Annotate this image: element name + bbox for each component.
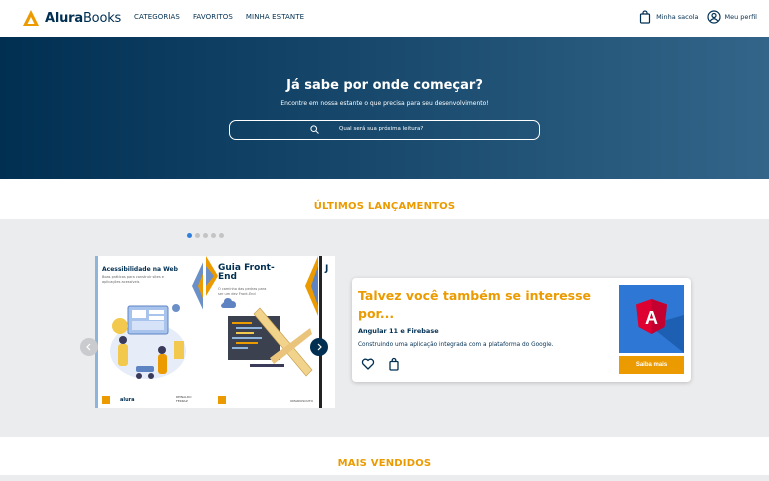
header: AluraBooks CATEGORIAS FAVORITOS MINHA ES… xyxy=(0,0,769,37)
book-cover-acessibilidade[interactable]: Acessibilidade na Web Boas práticas para… xyxy=(95,256,203,408)
recommendation-card: Talvez você também se interesse por... A… xyxy=(352,278,691,382)
bag-button[interactable]: Minha sacola xyxy=(638,10,699,24)
header-actions: Minha sacola Meu perfil xyxy=(638,10,757,24)
publisher-logo-icon xyxy=(102,396,110,404)
bestsellers-title: MAIS VENDIDOS xyxy=(337,458,432,469)
cover-decoration-icon xyxy=(305,256,318,316)
profile-button[interactable]: Meu perfil xyxy=(706,10,758,24)
book-description: O caminho das pedras para ser um dev Fro… xyxy=(218,287,267,296)
carousel-prev-button[interactable] xyxy=(80,338,98,356)
carousel-dots xyxy=(187,233,224,238)
carousel-dot[interactable] xyxy=(203,233,208,238)
heart-icon[interactable] xyxy=(361,357,375,371)
bestsellers-section xyxy=(0,475,769,481)
shopping-bag-icon[interactable] xyxy=(387,357,401,371)
carousel-dot[interactable] xyxy=(219,233,224,238)
recommended-book-description: Construindo uma aplicação integrada com … xyxy=(358,342,554,348)
main-nav: CATEGORIAS FAVORITOS MINHA ESTANTE xyxy=(134,13,304,21)
carousel-dot[interactable] xyxy=(195,233,200,238)
logo[interactable]: AluraBooks xyxy=(22,9,121,27)
book-author: OMARIOSOUTO xyxy=(290,399,313,403)
nav-favoritos[interactable]: FAVORITOS xyxy=(193,13,233,21)
accessibility-illustration-icon xyxy=(110,304,186,379)
book-carousel: Acessibilidade na Web Boas práticas para… xyxy=(95,256,335,408)
book-title: J xyxy=(325,264,329,274)
book-title: Acessibilidade na Web xyxy=(102,266,178,273)
recommended-book-cover[interactable]: A xyxy=(619,285,684,353)
nav-minha-estante[interactable]: MINHA ESTANTE xyxy=(246,13,304,21)
user-icon xyxy=(706,10,721,24)
book-cover-guia-front-end[interactable]: Guia Front-End O caminho das pedras para… xyxy=(206,256,318,408)
carousel-dot[interactable] xyxy=(187,233,192,238)
carousel-next-button[interactable] xyxy=(310,338,328,356)
bag-label: Minha sacola xyxy=(656,13,699,21)
book-brand: alura xyxy=(120,397,135,403)
brand-name: AluraBooks xyxy=(45,10,122,26)
angular-logo-icon: A xyxy=(636,299,684,353)
releases-title: ÚLTIMOS LANÇAMENTOS xyxy=(313,201,456,212)
search-input[interactable]: Qual será sua próxima leitura? xyxy=(229,120,540,140)
chevron-right-icon xyxy=(317,343,322,351)
publisher-logo-icon xyxy=(218,396,226,404)
book-author: REINALDO FERRAZ xyxy=(176,395,192,403)
card-actions xyxy=(361,357,401,371)
recommendation-title: Talvez você também se interesse por... xyxy=(358,288,592,321)
book-cover-partial[interactable]: J xyxy=(319,256,335,408)
book-title: Guia Front-End xyxy=(218,263,275,283)
carousel-dot[interactable] xyxy=(211,233,216,238)
hero-title: Já sabe por onde começar? xyxy=(286,78,483,93)
cover-decoration-icon xyxy=(206,256,218,296)
chevron-left-icon xyxy=(86,343,91,351)
search-icon xyxy=(310,125,319,134)
nav-categorias[interactable]: CATEGORIAS xyxy=(134,13,180,21)
hero-banner: Já sabe por onde começar? Encontre em no… xyxy=(0,37,769,179)
recommended-book-title: Angular 11 e Firebase xyxy=(358,327,439,335)
cover-letter: A xyxy=(645,308,658,328)
search-placeholder: Qual será sua próxima leitura? xyxy=(339,126,424,132)
alura-logo-icon xyxy=(23,10,39,26)
profile-label: Meu perfil xyxy=(724,13,758,21)
book-description: Boas práticas para construir sites e apl… xyxy=(102,275,164,284)
shopping-bag-icon xyxy=(639,10,651,24)
hero-subtitle: Encontre em nossa estante o que precisa … xyxy=(280,100,489,107)
saiba-mais-button[interactable]: Saiba mais xyxy=(619,356,684,374)
